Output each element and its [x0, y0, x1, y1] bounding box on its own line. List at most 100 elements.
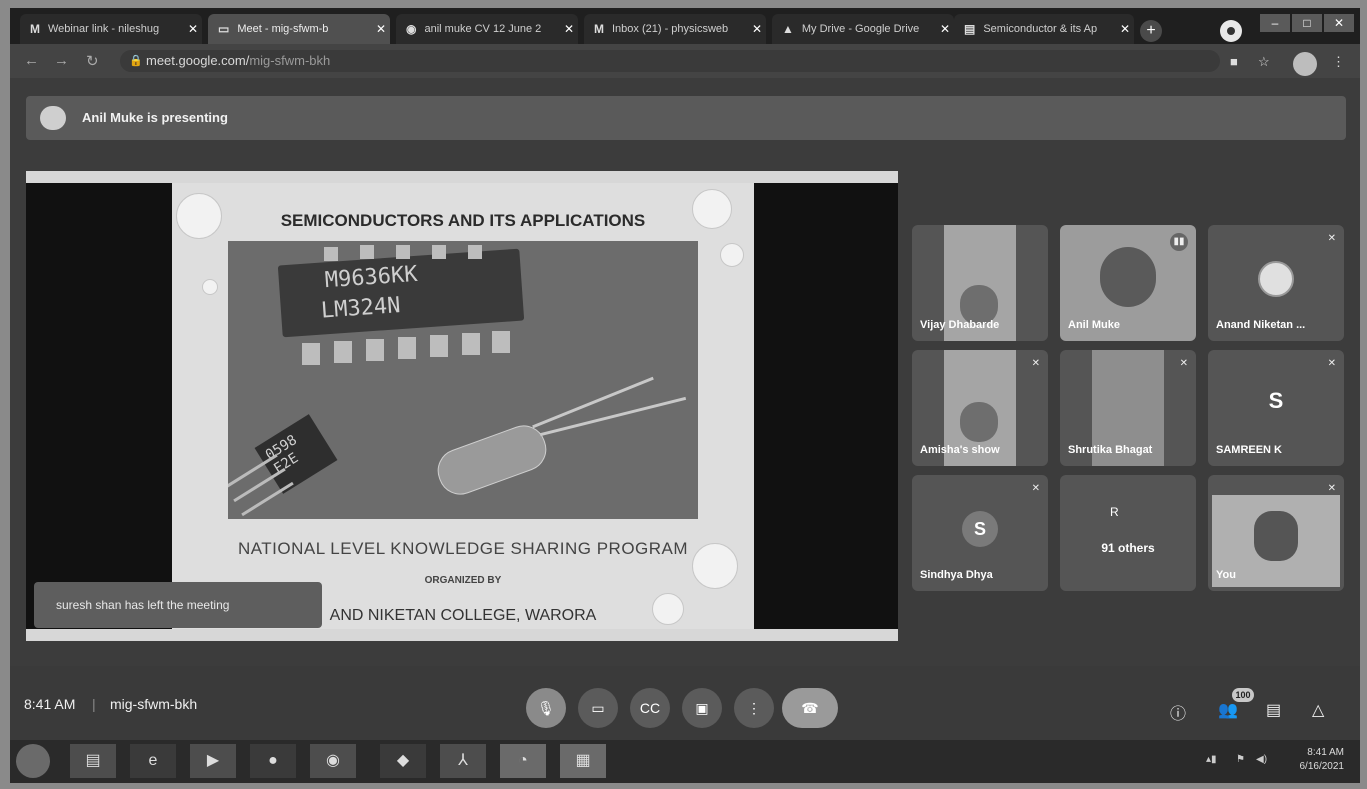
- url-domain: meet.google.com/: [146, 53, 250, 68]
- app-icon[interactable]: ●: [250, 744, 296, 778]
- chip-pin: [398, 337, 416, 359]
- tab-webinar[interactable]: M Webinar link - nileshug ✕: [20, 14, 202, 44]
- end-call-button[interactable]: ☎: [782, 688, 838, 728]
- college-logo-icon: [1258, 261, 1294, 297]
- tab-inbox[interactable]: M Inbox (21) - physicsweb ✕: [584, 14, 766, 44]
- gmail-icon: M: [30, 22, 40, 36]
- participant-tile[interactable]: ▮▮ Anil Muke: [1060, 225, 1196, 341]
- gmail-icon: M: [594, 22, 604, 36]
- menu-dots-icon[interactable]: ⋮: [1332, 54, 1345, 70]
- divider: |: [92, 696, 96, 712]
- participant-tile[interactable]: ✕ Anand Niketan ...: [1208, 225, 1344, 341]
- camera-indicator-icon[interactable]: ■: [1230, 54, 1238, 69]
- chip-pin: [324, 247, 338, 261]
- activities-icon[interactable]: △: [1312, 700, 1324, 720]
- close-icon[interactable]: ✕: [748, 22, 766, 36]
- chat-icon[interactable]: ▤: [1266, 700, 1281, 720]
- chrome-icon: ◉: [406, 22, 417, 36]
- mic-off-icon: ✕: [1031, 483, 1040, 494]
- new-tab-button[interactable]: +: [1140, 20, 1162, 42]
- participant-tile-others[interactable]: R 91 others: [1060, 475, 1196, 591]
- captions-button[interactable]: CC: [630, 688, 670, 728]
- participant-tile[interactable]: ✕ Amisha's show: [912, 350, 1048, 466]
- mic-off-icon: ✕: [1327, 483, 1336, 494]
- participant-figure: [1254, 511, 1298, 561]
- tab-drive[interactable]: ▲ My Drive - Google Drive ✕: [772, 14, 954, 44]
- tab-cv[interactable]: ◉ anil muke CV 12 June 2 ✕: [396, 14, 578, 44]
- close-icon[interactable]: ✕: [560, 22, 578, 36]
- screen: M Webinar link - nileshug ✕ ▭ Meet - mig…: [10, 8, 1360, 783]
- meeting-time: 8:41 AM: [24, 696, 76, 712]
- reload-icon[interactable]: ↻: [86, 52, 99, 70]
- participant-tile[interactable]: S ✕ SAMREEN K: [1208, 350, 1344, 466]
- forward-icon[interactable]: →: [54, 52, 69, 69]
- chrome-icon[interactable]: ◉: [310, 744, 356, 778]
- minimize-button[interactable]: –: [1260, 14, 1290, 32]
- browser-avatar[interactable]: [1293, 52, 1317, 76]
- anydesk-icon[interactable]: ◆: [380, 744, 426, 778]
- windows-taskbar: ▤ e ▶ ● ◉ ◆ ⅄ ◔ ▦ ▴▮ ⚑ ◀) 8:41 AM 6/16/2…: [10, 740, 1360, 783]
- more-options-button[interactable]: ⋮: [734, 688, 774, 728]
- star-icon[interactable]: ☆: [1258, 54, 1270, 70]
- file-explorer-icon[interactable]: ▤: [70, 744, 116, 778]
- chip-pin: [334, 341, 352, 363]
- ppt-title-bar: [26, 171, 898, 183]
- back-icon[interactable]: ←: [24, 52, 39, 69]
- mic-off-icon: ✕: [1031, 358, 1040, 369]
- camera-app-icon[interactable]: ◔: [500, 744, 546, 778]
- ie-icon[interactable]: e: [130, 744, 176, 778]
- chip-pin: [462, 333, 480, 355]
- camera-toggle-button[interactable]: ▭: [578, 688, 618, 728]
- participant-figure: [960, 402, 998, 442]
- transistor-lead: [241, 481, 294, 517]
- close-icon[interactable]: ✕: [936, 22, 954, 36]
- maximize-button[interactable]: □: [1292, 14, 1322, 32]
- system-clock[interactable]: 8:41 AM 6/16/2021: [1284, 746, 1345, 774]
- speaking-icon: ▮▮: [1170, 233, 1188, 251]
- participant-initial: S: [962, 511, 998, 547]
- volume-icon[interactable]: ◀): [1256, 754, 1267, 765]
- info-icon[interactable]: ⓘ: [1170, 700, 1186, 724]
- flag-icon[interactable]: ⚑: [1236, 754, 1245, 765]
- powerpoint-icon[interactable]: ▦: [560, 744, 606, 778]
- tab-label: Webinar link - nileshug: [48, 23, 160, 35]
- slides-icon: ▤: [964, 22, 976, 36]
- participant-name: Vijay Dhabarde: [920, 319, 1000, 331]
- tab-slides[interactable]: ▤ Semiconductor & its Ap ✕: [954, 14, 1134, 44]
- present-button[interactable]: ▣: [682, 688, 722, 728]
- profile-indicator-icon[interactable]: [1220, 20, 1242, 42]
- tab-label: My Drive - Google Drive: [801, 23, 920, 35]
- participant-name: Anil Muke: [1068, 319, 1120, 331]
- participant-tile[interactable]: S ✕ Sindhya Dhya: [912, 475, 1048, 591]
- meeting-code: mig-sfwm-bkh: [110, 696, 198, 712]
- close-icon[interactable]: ✕: [372, 22, 390, 36]
- meet-icon: ▭: [218, 22, 230, 36]
- close-icon[interactable]: ✕: [184, 22, 202, 36]
- close-icon[interactable]: ✕: [1116, 22, 1134, 36]
- tab-label: Inbox (21) - physicsweb: [612, 23, 729, 35]
- clock-time: 8:41 AM: [1307, 747, 1344, 758]
- participant-tile-self[interactable]: ✕ You: [1208, 475, 1344, 591]
- mic-toggle-button[interactable]: 🎙: [526, 688, 566, 728]
- participant-tile[interactable]: Vijay Dhabarde: [912, 225, 1048, 341]
- tab-meet[interactable]: ▭ Meet - mig-sfwm-b ✕: [208, 14, 390, 44]
- decor-bubble: [720, 243, 744, 267]
- ppt-status-bar: [26, 629, 898, 641]
- network-icon[interactable]: ▴▮: [1206, 754, 1217, 765]
- window-close-button[interactable]: ✕: [1324, 14, 1354, 32]
- presenter-avatar: [40, 106, 66, 130]
- tab-label: anil muke CV 12 June 2: [424, 23, 542, 35]
- url-field[interactable]: 🔒 meet.google.com/mig-sfwm-bkh: [120, 50, 1220, 72]
- media-player-icon[interactable]: ▶: [190, 744, 236, 778]
- people-icon[interactable]: 👥: [1218, 700, 1238, 720]
- presenting-banner: Anil Muke is presenting: [26, 96, 1346, 140]
- meeting-controls-bar: 8:41 AM | mig-sfwm-bkh 🎙 ▭ CC ▣ ⋮ ☎ ⓘ 10…: [10, 666, 1360, 740]
- tab-label: Semiconductor & its Ap: [983, 23, 1098, 35]
- start-button[interactable]: [16, 744, 50, 778]
- address-bar-row: ← → ↻ 🔒 meet.google.com/mig-sfwm-bkh ■ ☆…: [10, 44, 1360, 78]
- pdf-reader-icon[interactable]: ⅄: [440, 744, 486, 778]
- chip-pin: [468, 245, 482, 259]
- participant-tile[interactable]: ✕ Shrutika Bhagat: [1060, 350, 1196, 466]
- others-avatars: R: [1110, 505, 1119, 519]
- presenting-text: Anil Muke is presenting: [82, 110, 228, 125]
